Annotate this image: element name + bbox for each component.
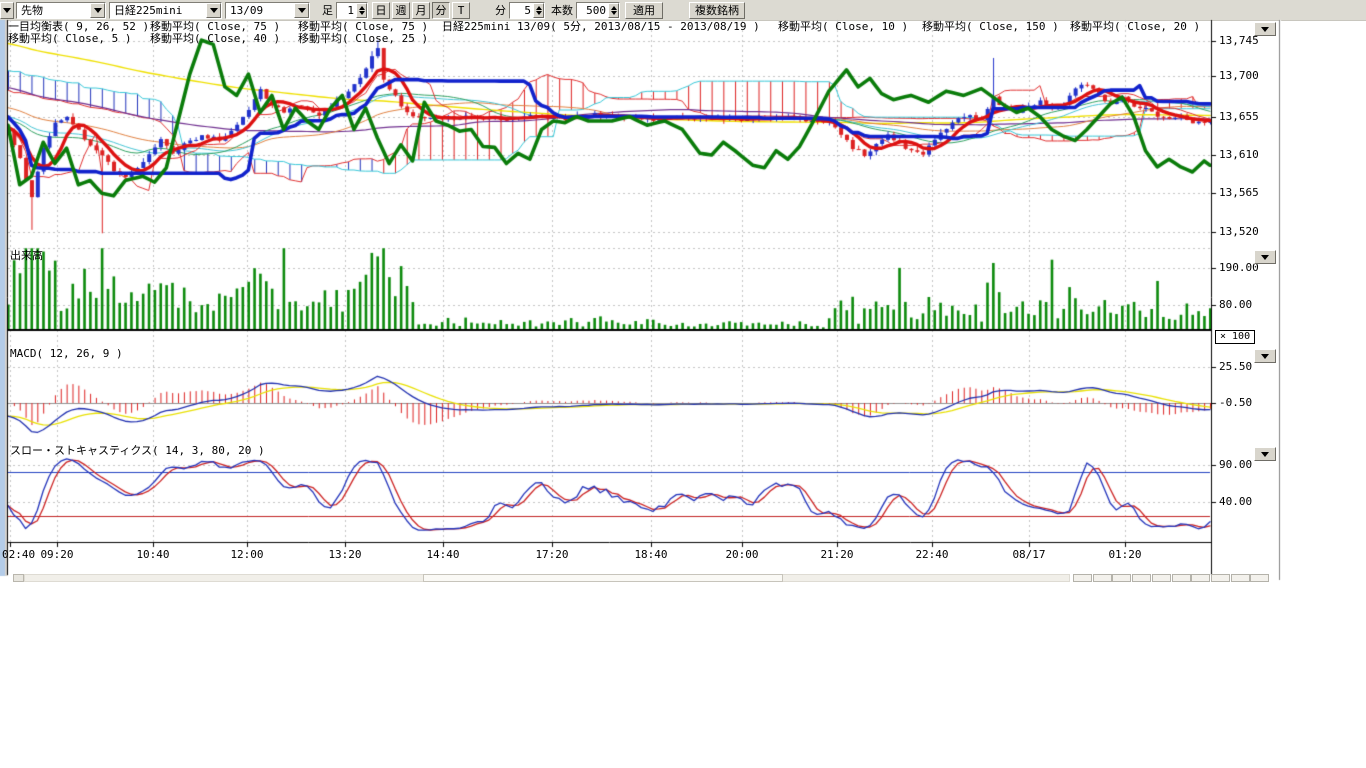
- page-cell[interactable]: [1231, 574, 1250, 582]
- page-cell[interactable]: [1211, 574, 1230, 582]
- chart-canvas[interactable]: [0, 0, 1366, 768]
- page-cell[interactable]: [1132, 574, 1151, 582]
- price-panel-dropdown-button[interactable]: [1254, 22, 1276, 36]
- page-cell[interactable]: [1250, 574, 1269, 582]
- hscroll-thumb[interactable]: [423, 574, 783, 582]
- page-cell[interactable]: [1191, 574, 1210, 582]
- page-cell[interactable]: [1093, 574, 1112, 582]
- chevron-down-icon: [1261, 452, 1269, 457]
- page-cell[interactable]: [1152, 574, 1171, 582]
- page-cell[interactable]: [1172, 574, 1191, 582]
- chart-application-window: 先物 日経225mini 13/09 足 1 日 週 月 分 T 分 5 本数 …: [0, 0, 1366, 768]
- macd-panel-dropdown-button[interactable]: [1254, 349, 1276, 363]
- chevron-down-icon: [1261, 354, 1269, 359]
- page-cell[interactable]: [1112, 574, 1131, 582]
- page-cell[interactable]: [1073, 574, 1092, 582]
- chevron-down-icon: [1261, 255, 1269, 260]
- hscroll-left-button[interactable]: [13, 574, 24, 582]
- chevron-down-icon: [1261, 27, 1269, 32]
- volume-panel-dropdown-button[interactable]: [1254, 250, 1276, 264]
- stoch-panel-dropdown-button[interactable]: [1254, 447, 1276, 461]
